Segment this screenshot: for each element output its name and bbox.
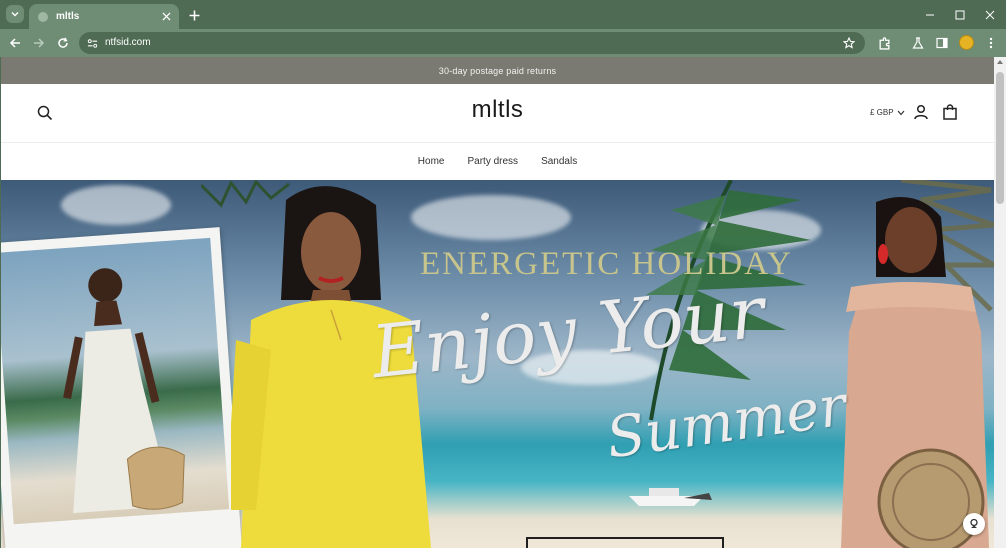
side-panel-icon — [936, 37, 948, 49]
window-close-button[interactable] — [982, 7, 998, 23]
account-icon[interactable] — [913, 104, 929, 120]
extensions-icon — [879, 36, 889, 50]
web-page: 30-day postage paid returns mltls £ GBP … — [1, 57, 994, 548]
beach-photo — [1, 237, 230, 525]
currency-label: £ GBP — [870, 108, 894, 117]
cloud — [411, 195, 571, 240]
tab-search-button[interactable] — [6, 5, 24, 23]
nav-link-home[interactable]: Home — [418, 156, 445, 167]
browser-tab-bar: mltls — [0, 0, 1006, 29]
browser-tab-active[interactable]: mltls — [29, 4, 179, 29]
tab-title: mltls — [56, 11, 80, 22]
announcement-text: 30-day postage paid returns — [438, 65, 557, 76]
new-tab-button[interactable] — [186, 7, 202, 23]
favicon — [38, 11, 48, 22]
chat-button[interactable] — [963, 513, 985, 535]
profile-avatar[interactable] — [959, 35, 974, 50]
star-icon — [843, 37, 855, 49]
site-info-icon — [87, 38, 97, 48]
labs-icon — [912, 37, 924, 49]
model-white-dress-image — [63, 268, 185, 514]
extensions-button[interactable] — [876, 35, 892, 51]
page-scrollbar[interactable] — [994, 57, 1006, 548]
chevron-down-icon — [11, 12, 19, 17]
hero-banner[interactable]: ENERGETIC HOLIDAY Enjoy Your Summer — [1, 180, 994, 548]
polaroid-photo — [1, 227, 242, 548]
nav-link-party-dress[interactable]: Party dress — [467, 156, 518, 167]
browser-toolbar: ntfsid.com — [0, 29, 1006, 57]
menu-icon — [989, 37, 993, 49]
reload-icon — [58, 37, 68, 48]
browser-menu-button[interactable] — [983, 35, 999, 51]
announcement-bar: 30-day postage paid returns — [1, 57, 994, 84]
main-navigation: Home Party dress Sandals — [1, 143, 994, 179]
nav-link-sandals[interactable]: Sandals — [541, 156, 577, 167]
reload-button[interactable] — [55, 35, 71, 51]
tab-close-button[interactable] — [159, 10, 173, 24]
chevron-down-icon — [897, 110, 905, 115]
minimize-icon — [926, 14, 934, 16]
boat-image — [629, 488, 712, 506]
labs-button[interactable] — [910, 35, 926, 51]
close-icon — [161, 12, 171, 21]
forward-arrow-icon — [34, 38, 45, 48]
currency-selector[interactable]: £ GBP — [870, 108, 905, 117]
forward-button[interactable] — [31, 35, 47, 51]
address-bar[interactable]: ntfsid.com — [79, 32, 865, 54]
shopping-bag-icon[interactable] — [942, 104, 958, 120]
maximize-icon — [955, 10, 965, 20]
plus-icon — [189, 10, 199, 20]
hero-cta-button[interactable] — [526, 537, 724, 548]
maximize-button[interactable] — [952, 7, 968, 23]
store-logo[interactable]: mltls — [1, 96, 994, 124]
scrollbar-thumb[interactable] — [996, 72, 1004, 204]
store-header: mltls £ GBP — [1, 84, 994, 143]
chat-icon — [970, 518, 978, 528]
back-button[interactable] — [7, 35, 23, 51]
url-text: ntfsid.com — [105, 37, 151, 48]
scroll-up-arrow-icon[interactable] — [997, 60, 1003, 64]
side-panel-button[interactable] — [934, 35, 950, 51]
close-icon — [985, 10, 995, 20]
minimize-button[interactable] — [922, 7, 938, 23]
model-peach-dress-image — [841, 197, 989, 548]
back-arrow-icon — [9, 38, 20, 48]
bookmark-button[interactable] — [841, 35, 857, 51]
cloud — [61, 185, 171, 225]
site-info-button[interactable] — [85, 36, 99, 50]
